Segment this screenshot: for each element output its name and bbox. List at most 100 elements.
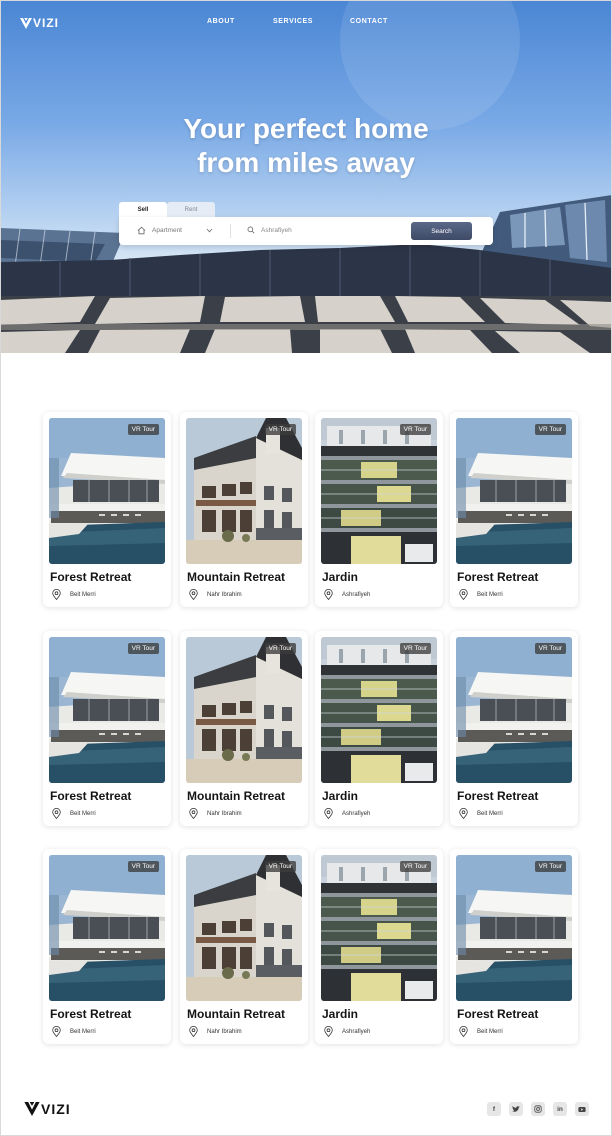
listing-card[interactable]: VR Tour Mountain Retreat Nahr Ibrahim [180, 412, 308, 607]
listing-card[interactable]: VR Tour Jardin Ashrafiyeh [315, 631, 443, 826]
listing-name[interactable]: Mountain Retreat [187, 570, 285, 584]
instagram-icon[interactable] [531, 1102, 545, 1116]
listing-location-text: Beit Merri [477, 1028, 503, 1035]
listing-location: Beit Merri [52, 1026, 96, 1037]
hero-title-line-1: Your perfect home [183, 113, 429, 144]
listing-card[interactable]: VR Tour Forest Retreat Beit Merri [43, 849, 171, 1044]
listing-image [456, 637, 572, 783]
listing-location: Beit Merri [52, 589, 96, 600]
listing-photo[interactable]: VR Tour [321, 637, 437, 783]
listing-photo[interactable]: VR Tour [49, 637, 165, 783]
listing-location: Ashrafiyeh [324, 589, 370, 600]
vr-tour-badge[interactable]: VR Tour [534, 424, 566, 435]
nav-contact-link[interactable]: CONTACT [350, 18, 388, 25]
facebook-icon[interactable]: f [487, 1102, 501, 1116]
listing-photo[interactable]: VR Tour [49, 855, 165, 1001]
vr-tour-badge[interactable]: VR Tour [127, 643, 159, 654]
vr-tour-badge[interactable]: VR Tour [399, 643, 431, 654]
listing-location: Ashrafiyeh [324, 808, 370, 819]
property-type-select[interactable]: Apartment [137, 226, 182, 235]
vizi-logo-icon [24, 1102, 40, 1116]
listing-card[interactable]: VR Tour Forest Retreat Beit Merri [43, 631, 171, 826]
location-value: Ashrafiyeh [261, 226, 292, 234]
nav-about-link[interactable]: ABOUT [207, 18, 235, 25]
listing-card[interactable]: VR Tour Mountain Retreat Nahr Ibrahim [180, 849, 308, 1044]
property-type-value: Apartment [152, 227, 182, 234]
listing-image [49, 637, 165, 783]
chevron-down-icon[interactable] [206, 228, 213, 233]
listing-location: Beit Merri [459, 589, 503, 600]
location-pin-icon [52, 589, 61, 600]
listing-image [49, 418, 165, 564]
vr-tour-badge[interactable]: VR Tour [127, 861, 159, 872]
listing-photo[interactable]: VR Tour [456, 855, 572, 1001]
listing-card[interactable]: VR Tour Mountain Retreat Nahr Ibrahim [180, 631, 308, 826]
tab-sell[interactable]: Sell [119, 202, 167, 218]
listing-photo[interactable]: VR Tour [456, 637, 572, 783]
listing-card[interactable]: VR Tour Jardin Ashrafiyeh [315, 412, 443, 607]
linkedin-icon[interactable]: in [553, 1102, 567, 1116]
listing-card[interactable]: VR Tour Jardin Ashrafiyeh [315, 849, 443, 1044]
vr-tour-badge[interactable]: VR Tour [264, 424, 296, 435]
brand-logo[interactable]: VIZI [20, 16, 59, 30]
vr-tour-badge[interactable]: VR Tour [264, 643, 296, 654]
listing-location-text: Beit Merri [70, 591, 96, 598]
search-button[interactable]: Search [411, 222, 472, 240]
listing-name[interactable]: Mountain Retreat [187, 1007, 285, 1021]
vr-tour-badge[interactable]: VR Tour [399, 861, 431, 872]
listing-image [321, 637, 437, 783]
listing-name[interactable]: Jardin [322, 789, 358, 803]
listing-card[interactable]: VR Tour Forest Retreat Beit Merri [43, 412, 171, 607]
listing-image [321, 855, 437, 1001]
listing-name[interactable]: Forest Retreat [457, 570, 538, 584]
footer-brand-logo[interactable]: VIZI [24, 1101, 71, 1117]
location-pin-icon [324, 589, 333, 600]
location-input[interactable]: Ashrafiyeh [247, 226, 292, 234]
listing-name[interactable]: Forest Retreat [457, 789, 538, 803]
vr-tour-badge[interactable]: VR Tour [534, 643, 566, 654]
vr-tour-badge[interactable]: VR Tour [127, 424, 159, 435]
listing-name[interactable]: Mountain Retreat [187, 789, 285, 803]
listing-photo[interactable]: VR Tour [321, 855, 437, 1001]
twitter-icon[interactable] [509, 1102, 523, 1116]
listing-image [456, 418, 572, 564]
location-pin-icon [52, 808, 61, 819]
nav-services-link[interactable]: SERVICES [273, 18, 313, 25]
listing-location-text: Beit Merri [70, 1028, 96, 1035]
listing-card[interactable]: VR Tour Forest Retreat Beit Merri [450, 849, 578, 1044]
listing-location-text: Beit Merri [477, 810, 503, 817]
location-pin-icon [324, 808, 333, 819]
listing-photo[interactable]: VR Tour [186, 637, 302, 783]
vr-tour-badge[interactable]: VR Tour [264, 861, 296, 872]
listing-image [186, 418, 302, 564]
listing-photo[interactable]: VR Tour [49, 418, 165, 564]
listing-name[interactable]: Jardin [322, 570, 358, 584]
listing-photo[interactable]: VR Tour [186, 855, 302, 1001]
youtube-icon[interactable] [575, 1102, 589, 1116]
listing-image [186, 637, 302, 783]
tab-rent[interactable]: Rent [167, 202, 215, 218]
listing-name[interactable]: Forest Retreat [457, 1007, 538, 1021]
listing-image [456, 855, 572, 1001]
listing-name[interactable]: Forest Retreat [50, 789, 131, 803]
listing-location: Nahr Ibrahim [189, 808, 242, 819]
listing-name[interactable]: Forest Retreat [50, 570, 131, 584]
vr-tour-badge[interactable]: VR Tour [534, 861, 566, 872]
home-icon [137, 226, 146, 235]
listing-image [186, 855, 302, 1001]
listing-photo[interactable]: VR Tour [321, 418, 437, 564]
listing-card[interactable]: VR Tour Forest Retreat Beit Merri [450, 412, 578, 607]
listing-location-text: Beit Merri [70, 810, 96, 817]
location-pin-icon [459, 1026, 468, 1037]
listing-name[interactable]: Jardin [322, 1007, 358, 1021]
vr-tour-badge[interactable]: VR Tour [399, 424, 431, 435]
brand-name: VIZI [33, 16, 60, 30]
listing-photo[interactable]: VR Tour [456, 418, 572, 564]
hero-title-line-2: from miles away [197, 147, 415, 178]
listing-location-text: Nahr Ibrahim [207, 1028, 242, 1035]
listing-photo[interactable]: VR Tour [186, 418, 302, 564]
listing-location-text: Nahr Ibrahim [207, 810, 242, 817]
listing-card[interactable]: VR Tour Forest Retreat Beit Merri [450, 631, 578, 826]
listing-name[interactable]: Forest Retreat [50, 1007, 131, 1021]
search-divider [230, 224, 231, 238]
